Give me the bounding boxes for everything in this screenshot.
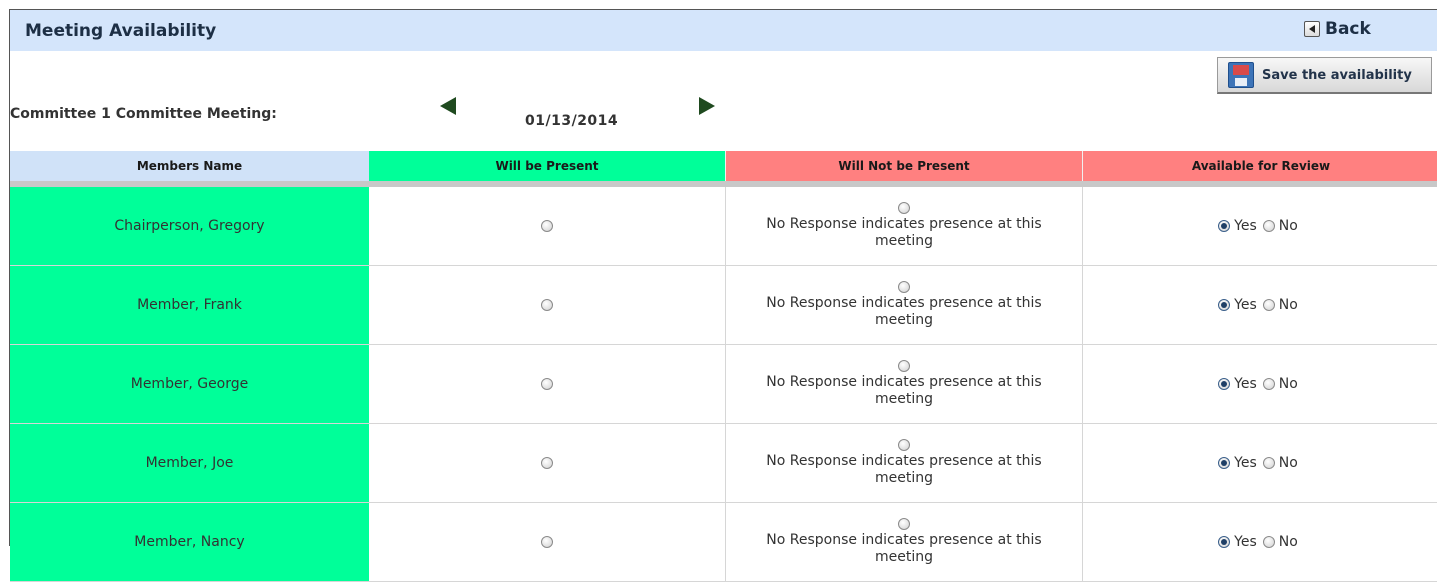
title-bar: Meeting Availability [10,10,1437,51]
will-be-present-cell [369,345,726,424]
will-not-be-present-cell: No Response indicates presence at this m… [726,266,1083,345]
back-arrow-icon [1304,21,1320,37]
review-yes-radio[interactable] [1218,378,1230,390]
review-no-label[interactable]: No [1279,455,1298,471]
page-title: Meeting Availability [25,21,216,41]
review-yes-label[interactable]: Yes [1234,455,1257,471]
will-be-present-radio[interactable] [541,299,553,311]
will-not-be-present-radio[interactable] [898,202,910,214]
will-be-present-cell [369,424,726,503]
review-yes-label[interactable]: Yes [1234,218,1257,234]
available-for-review-cell: Yes No [1083,266,1437,345]
no-response-note: No Response indicates presence at this m… [739,216,1069,250]
review-no-label[interactable]: No [1279,534,1298,550]
meeting-date: 01/13/2014 [525,113,618,129]
member-name: Member, George [10,345,369,424]
review-no-radio[interactable] [1263,220,1275,232]
will-not-be-present-radio[interactable] [898,439,910,451]
will-be-present-radio[interactable] [541,378,553,390]
review-no-label[interactable]: No [1279,218,1298,234]
review-yes-radio[interactable] [1218,299,1230,311]
member-name: Member, Nancy [10,503,369,582]
will-be-present-radio[interactable] [541,536,553,548]
back-label: Back [1325,19,1371,39]
will-be-present-radio[interactable] [541,220,553,232]
review-no-label[interactable]: No [1279,297,1298,313]
will-not-be-present-radio[interactable] [898,360,910,372]
will-be-present-cell [369,184,726,266]
table-row: Member, Frank No Response indicates prese… [10,266,1437,345]
table-header-row: Members Name Will be Present Will Not be… [10,151,1437,184]
review-yes-radio[interactable] [1218,536,1230,548]
available-for-review-cell: Yes No [1083,184,1437,266]
meeting-label: Committee 1 Committee Meeting: [10,106,277,122]
no-response-note: No Response indicates presence at this m… [739,453,1069,487]
table-row: Member, Joe No Response indicates presenc… [10,424,1437,503]
will-be-present-cell [369,503,726,582]
review-no-radio[interactable] [1263,457,1275,469]
table-row: Member, Nancy No Response indicates prese… [10,503,1437,582]
column-header-will-not-be-present: Will Not be Present [726,151,1083,184]
will-not-be-present-radio[interactable] [898,518,910,530]
available-for-review-cell: Yes No [1083,345,1437,424]
table-body: Chairperson, Gregory No Response indicate… [10,184,1437,582]
floppy-disk-icon [1228,62,1254,88]
next-date-arrow-icon[interactable] [699,97,715,115]
back-button[interactable]: Back [1304,18,1371,40]
review-yes-radio[interactable] [1218,220,1230,232]
will-not-be-present-radio[interactable] [898,281,910,293]
available-for-review-cell: Yes No [1083,424,1437,503]
save-availability-button[interactable]: Save the availability [1217,57,1432,94]
will-not-be-present-cell: No Response indicates presence at this m… [726,503,1083,582]
table-row: Member, George No Response indicates pres… [10,345,1437,424]
member-name: Member, Frank [10,266,369,345]
table-row: Chairperson, Gregory No Response indicate… [10,184,1437,266]
member-name: Chairperson, Gregory [10,184,369,266]
review-no-label[interactable]: No [1279,376,1298,392]
review-no-radio[interactable] [1263,536,1275,548]
available-for-review-cell: Yes No [1083,503,1437,582]
column-header-available-for-review: Available for Review [1083,151,1437,184]
will-not-be-present-cell: No Response indicates presence at this m… [726,424,1083,503]
review-no-radio[interactable] [1263,299,1275,311]
review-yes-label[interactable]: Yes [1234,534,1257,550]
member-name: Member, Joe [10,424,369,503]
will-not-be-present-cell: No Response indicates presence at this m… [726,184,1083,266]
review-no-radio[interactable] [1263,378,1275,390]
review-yes-radio[interactable] [1218,457,1230,469]
availability-table: Members Name Will be Present Will Not be… [10,151,1437,582]
will-not-be-present-cell: No Response indicates presence at this m… [726,345,1083,424]
review-yes-label[interactable]: Yes [1234,376,1257,392]
no-response-note: No Response indicates presence at this m… [739,295,1069,329]
will-be-present-radio[interactable] [541,457,553,469]
save-button-label: Save the availability [1262,68,1412,83]
review-yes-label[interactable]: Yes [1234,297,1257,313]
will-be-present-cell [369,266,726,345]
column-header-members-name: Members Name [10,151,369,184]
column-header-will-be-present: Will be Present [369,151,726,184]
previous-date-arrow-icon[interactable] [440,97,456,115]
no-response-note: No Response indicates presence at this m… [739,374,1069,408]
no-response-note: No Response indicates presence at this m… [739,532,1069,566]
